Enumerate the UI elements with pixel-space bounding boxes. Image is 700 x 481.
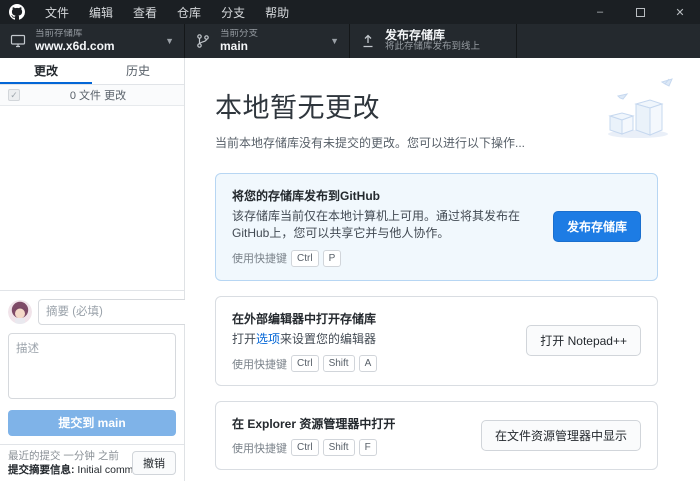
toolbar: 当前存储库 www.x6d.com ▼ 当前分支 main ▼ 发布存储库 将此… — [0, 24, 700, 58]
recent-commit-title: 最近的提交 一分钟 之前 — [8, 449, 132, 463]
recent-commit-summary: 提交摘要信息: Initial commit — [8, 463, 132, 477]
github-desktop-window: 文件 编辑 查看 仓库 分支 帮助 – ✕ 当前存储库 www.x6d.com … — [0, 0, 700, 481]
undo-button[interactable]: 撤销 — [132, 451, 176, 475]
body-text: 打开 — [232, 332, 256, 346]
shortcut-hint: 使用快捷键 Ctrl Shift F — [232, 439, 469, 456]
close-button[interactable]: ✕ — [660, 0, 700, 24]
card-title: 将您的存储库发布到GitHub — [232, 187, 541, 204]
kbd-a: A — [359, 355, 378, 372]
shortcut-label: 使用快捷键 — [232, 356, 287, 372]
shortcut-hint: 使用快捷键 Ctrl P — [232, 250, 541, 267]
shortcut-label: 使用快捷键 — [232, 440, 287, 456]
commit-form: 提交到 main — [0, 290, 184, 444]
kbd-ctrl: Ctrl — [291, 355, 319, 372]
commit-to-main-button[interactable]: 提交到 main — [8, 410, 176, 436]
show-in-explorer-button[interactable]: 在文件资源管理器中显示 — [481, 420, 641, 451]
upload-arrow-icon — [360, 33, 376, 49]
sidebar: 更改 历史 ✓ 0 文件 更改 提交到 main — [0, 58, 185, 481]
minimize-button[interactable]: – — [580, 0, 620, 24]
menu-item-repository[interactable]: 仓库 — [167, 0, 211, 24]
open-in-editor-card: 在外部编辑器中打开存储库 打开选项来设置您的编辑器 使用快捷键 Ctrl Shi… — [215, 296, 658, 386]
tab-changes[interactable]: 更改 — [0, 58, 92, 84]
options-link[interactable]: 选项 — [256, 332, 280, 346]
monitor-icon — [10, 33, 26, 49]
chevron-down-icon: ▼ — [316, 36, 339, 46]
menu-item-branch[interactable]: 分支 — [211, 0, 255, 24]
tab-history[interactable]: 历史 — [92, 58, 184, 84]
menu-item-view[interactable]: 查看 — [123, 0, 167, 24]
menubar: 文件 编辑 查看 仓库 分支 帮助 — [35, 0, 299, 24]
changes-list-empty — [0, 106, 184, 290]
current-branch-value: main — [220, 40, 258, 54]
sidebar-tabbar: 更改 历史 — [0, 58, 184, 85]
menu-item-file[interactable]: 文件 — [35, 0, 79, 24]
open-in-explorer-card: 在 Explorer 资源管理器中打开 使用快捷键 Ctrl Shift F 在… — [215, 401, 658, 470]
toolbar-empty-area — [517, 24, 700, 58]
menu-item-edit[interactable]: 编辑 — [79, 0, 123, 24]
changed-files-count: 0 文件 更改 — [20, 87, 176, 103]
publish-repository-subtitle: 将此存储库发布到线上 — [385, 42, 480, 53]
commit-description-textarea[interactable] — [8, 333, 176, 399]
publish-to-github-card: 将您的存储库发布到GitHub 该存储库当前仅在本地计算机上可用。通过将其发布在… — [215, 173, 658, 281]
select-all-checkbox[interactable]: ✓ — [8, 89, 20, 101]
current-repository-value: www.x6d.com — [35, 40, 115, 54]
card-title: 在 Explorer 资源管理器中打开 — [232, 415, 469, 432]
recent-commit-summary-value: Initial commit — [77, 464, 132, 476]
current-repository-label: 当前存储库 — [35, 29, 115, 40]
shortcut-label: 使用快捷键 — [232, 250, 287, 266]
suggested-actions: 将您的存储库发布到GitHub 该存储库当前仅在本地计算机上可用。通过将其发布在… — [215, 173, 658, 470]
card-body: 该存储库当前仅在本地计算机上可用。通过将其发布在GitHub上，您可以共享它并与… — [232, 208, 541, 243]
kbd-ctrl: Ctrl — [291, 250, 319, 267]
publish-repository-toolbar-button[interactable]: 发布存储库 将此存储库发布到线上 — [350, 24, 517, 58]
window-controls: – ✕ — [580, 0, 700, 24]
shortcut-hint: 使用快捷键 Ctrl Shift A — [232, 355, 514, 372]
kbd-f: F — [359, 439, 377, 456]
open-notepad-button[interactable]: 打开 Notepad++ — [526, 325, 641, 356]
recent-commit-summary-label: 提交摘要信息: — [8, 464, 75, 476]
git-branch-icon — [195, 33, 211, 49]
chevron-down-icon: ▼ — [151, 36, 174, 46]
body-text: 来设置您的编辑器 — [280, 332, 376, 346]
commit-summary-input[interactable] — [38, 299, 208, 325]
boxes-illustration — [596, 78, 684, 143]
current-repository-dropdown[interactable]: 当前存储库 www.x6d.com ▼ — [0, 24, 185, 58]
kbd-p: P — [323, 250, 342, 267]
github-logo-icon — [9, 4, 25, 20]
menu-item-help[interactable]: 帮助 — [255, 0, 299, 24]
card-title: 在外部编辑器中打开存储库 — [232, 310, 514, 327]
maximize-icon — [636, 8, 645, 17]
current-branch-dropdown[interactable]: 当前分支 main ▼ — [185, 24, 350, 58]
kbd-ctrl: Ctrl — [291, 439, 319, 456]
changed-files-header: ✓ 0 文件 更改 — [0, 85, 184, 106]
card-body: 打开选项来设置您的编辑器 — [232, 331, 514, 348]
publish-repository-button[interactable]: 发布存储库 — [553, 211, 641, 242]
current-branch-label: 当前分支 — [220, 29, 258, 40]
kbd-shift: Shift — [323, 355, 355, 372]
kbd-shift: Shift — [323, 439, 355, 456]
main-content: 本地暂无更改 当前本地存储库没有未提交的更改。您可以进行以下操作... 将您的存… — [185, 58, 700, 481]
maximize-button[interactable] — [620, 0, 660, 24]
user-avatar — [8, 300, 32, 324]
recent-commit-bar: 最近的提交 一分钟 之前 提交摘要信息: Initial commit 撤销 — [0, 444, 184, 481]
titlebar: 文件 编辑 查看 仓库 分支 帮助 – ✕ — [0, 0, 700, 24]
